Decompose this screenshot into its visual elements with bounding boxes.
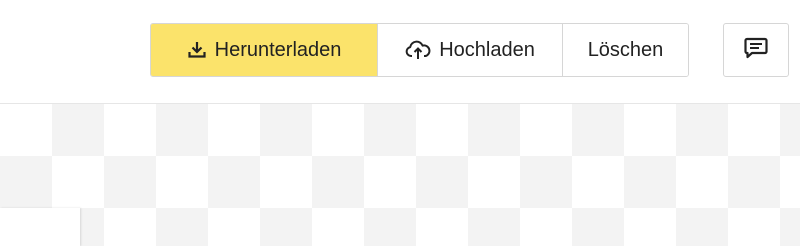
comment-button[interactable] — [723, 23, 789, 77]
download-label: Herunterladen — [214, 38, 342, 61]
document-page-edge — [0, 208, 80, 246]
action-button-group: Herunterladen Hochladen Löschen — [150, 23, 689, 77]
transparent-canvas — [0, 104, 800, 246]
page: Herunterladen Hochladen Löschen — [0, 0, 800, 246]
toolbar: Herunterladen Hochladen Löschen — [0, 0, 800, 104]
delete-button[interactable]: Löschen — [562, 24, 688, 76]
download-icon — [187, 40, 207, 60]
delete-label: Löschen — [587, 38, 664, 61]
cloud-upload-icon — [405, 40, 431, 60]
download-button[interactable]: Herunterladen — [151, 24, 377, 76]
upload-button[interactable]: Hochladen — [377, 24, 562, 76]
upload-label: Hochladen — [439, 38, 535, 61]
comment-icon — [744, 37, 768, 64]
